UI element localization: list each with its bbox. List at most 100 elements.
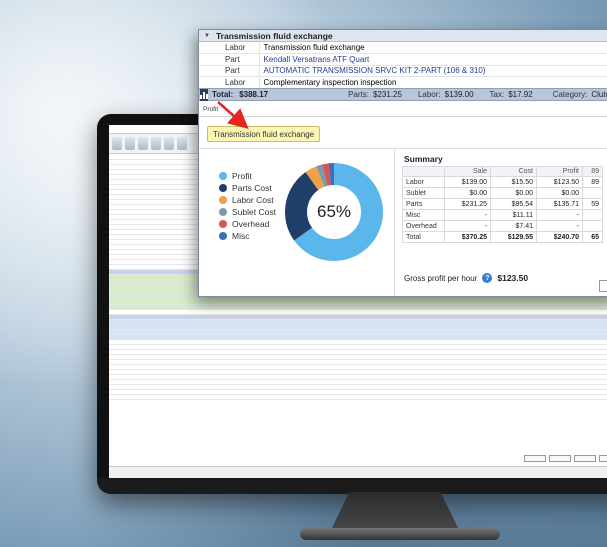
job-line-row[interactable]: Part Kendall Versatrans ATF Quart: [199, 53, 607, 66]
legend-item: Parts Cost: [219, 182, 276, 194]
category-value[interactable]: Clutch/T: [591, 90, 607, 99]
line-description: Transmission fluid exchange: [259, 42, 607, 54]
divider: [394, 148, 395, 296]
legend-label: Labor Cost: [232, 195, 274, 205]
legend-label: Profit: [232, 171, 252, 181]
summary-cell: $139.00: [444, 176, 491, 188]
toolbar-button[interactable]: [164, 137, 174, 150]
footer-button[interactable]: [549, 455, 571, 462]
summary-cell: $0.00: [490, 187, 537, 199]
expand-button[interactable]: [599, 280, 607, 292]
summary-cell: $7.41: [490, 220, 537, 232]
toolbar-button[interactable]: [151, 137, 161, 150]
help-icon[interactable]: ?: [482, 273, 493, 283]
summary-cell: $135.71: [536, 198, 583, 210]
legend-swatch: [219, 208, 227, 216]
summary-row: Parts $231.25 $95.54 $135.71 59: [402, 198, 603, 210]
profit-chart-icon[interactable]: [200, 88, 208, 101]
legend-item: Misc: [219, 230, 276, 242]
labor-label: Labor:: [417, 90, 441, 99]
footer-button[interactable]: [574, 455, 596, 462]
tax-value: $17.92: [508, 90, 533, 99]
chart-legend: Profit Parts Cost Labor Cost Sublet Cost…: [219, 170, 276, 242]
legend-label: Parts Cost: [232, 183, 272, 193]
monitor-base: [300, 528, 500, 540]
monitor-stand: [330, 492, 460, 532]
legend-label: Misc: [232, 231, 250, 241]
line-description: Complementary inspection inspection: [259, 76, 607, 89]
total-label: Total:: [212, 90, 234, 99]
job-line-row[interactable]: Labor Complementary inspection inspectio…: [199, 76, 607, 89]
summary-cell: [582, 220, 603, 232]
legend-item: Labor Cost: [219, 194, 276, 206]
summary-row-label: Labor: [402, 176, 445, 188]
footer-button[interactable]: [524, 455, 546, 462]
column-header: Sale: [444, 166, 491, 177]
labor-value: $139.00: [444, 90, 474, 99]
summary-cell: -: [536, 220, 583, 232]
legend-label: Overhead: [232, 219, 270, 229]
gph-value: $123.50: [497, 273, 529, 283]
line-description[interactable]: AUTOMATIC TRANSMISSION SRVC KIT 2-PART (…: [259, 65, 607, 77]
summary-cell: -: [444, 220, 491, 232]
legend-item: Profit: [219, 170, 276, 182]
column-header: Cost: [490, 166, 537, 177]
summary-cell: $231.25: [444, 198, 491, 210]
toolbar-button[interactable]: [138, 137, 148, 150]
summary-cell: $129.55: [490, 231, 537, 243]
toolbar-button[interactable]: [125, 137, 135, 150]
line-type: Part: [199, 53, 260, 66]
legend-swatch: [219, 172, 227, 180]
toolbar-button[interactable]: [112, 137, 122, 150]
toolbar-button[interactable]: [177, 137, 187, 150]
job-lines-table: Labor Transmission fluid exchange Part K…: [199, 42, 607, 89]
list-row[interactable]: [109, 395, 607, 400]
summary-title: Summary: [404, 154, 443, 164]
total-value: $388.17: [239, 90, 269, 99]
summary-cell: -: [444, 209, 491, 221]
summary-cell: [582, 187, 603, 199]
collapse-triangle-icon[interactable]: ▼: [204, 33, 210, 39]
summary-row-label: Parts: [402, 198, 445, 210]
legend-item: Overhead: [219, 218, 276, 230]
footer-buttons: [524, 455, 607, 462]
column-header: [402, 166, 445, 177]
divider: [199, 116, 607, 117]
summary-cell: 59: [582, 198, 603, 210]
summary-cell: $0.00: [536, 187, 583, 199]
summary-cell: $0.00: [444, 187, 491, 199]
job-title: Transmission fluid exchange: [215, 30, 333, 41]
footer-button[interactable]: [599, 455, 607, 462]
summary-row: Labor $139.00 $15.50 $123.50 89: [402, 176, 603, 188]
summary-row-label: Misc: [402, 209, 445, 221]
parts-label: Parts:: [348, 90, 370, 99]
summary-total-row: Total $370.25 $129.55 $240.70 65: [402, 231, 603, 243]
summary-cell: 65: [582, 231, 603, 243]
category-label: Category:: [552, 90, 588, 99]
job-header[interactable]: ▼ Transmission fluid exchange: [199, 30, 607, 42]
summary-cell: [582, 209, 603, 221]
selected-job-tag[interactable]: Transmission fluid exchange: [207, 126, 321, 142]
donut-percent: 65%: [316, 202, 352, 221]
summary-row: Sublet $0.00 $0.00 $0.00: [402, 187, 603, 199]
summary-row: Overhead - $7.41 -: [402, 220, 603, 232]
zoomed-job-panel: ▼ Transmission fluid exchange Labor Tran…: [198, 29, 607, 297]
tax-label: Tax:: [489, 90, 505, 99]
line-type: Labor: [199, 42, 260, 54]
job-line-row[interactable]: Labor Transmission fluid exchange: [199, 42, 607, 54]
divider: [199, 148, 607, 149]
gph-label: Gross profit per hour: [404, 273, 478, 283]
job-line-row[interactable]: Part AUTOMATIC TRANSMISSION SRVC KIT 2-P…: [199, 65, 607, 77]
summary-header-row: Sale Cost Profit 89: [402, 166, 603, 177]
status-bar: [109, 466, 607, 478]
column-header: 89: [582, 166, 603, 177]
line-description[interactable]: Kendall Versatrans ATF Quart: [259, 53, 607, 66]
legend-label: Sublet Cost: [232, 207, 276, 217]
legend-swatch: [219, 184, 227, 192]
line-type: Labor: [199, 76, 260, 89]
parts-value: $231.25: [373, 90, 402, 99]
summary-row-label: Sublet: [402, 187, 445, 199]
summary-table: Sale Cost Profit 89 Labor $139.00 $15.50…: [402, 166, 603, 243]
summary-row-label: Overhead: [402, 220, 445, 232]
job-totals-bar: Total: $388.17 Parts: $231.25 Labor: $13…: [199, 88, 607, 101]
